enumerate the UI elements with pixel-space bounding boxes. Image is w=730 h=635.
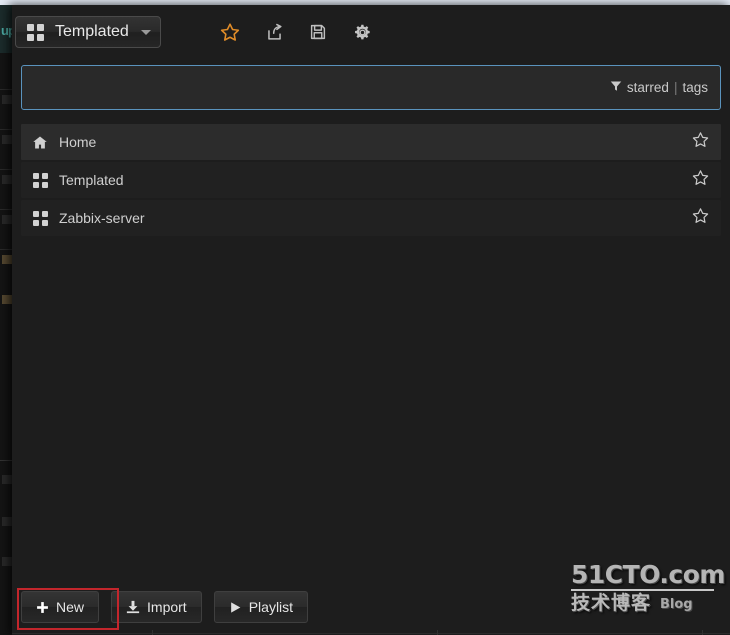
new-dashboard-button[interactable]: New [21,591,99,623]
bottom-action-bar: New Import Playlist [21,591,320,623]
search-filter-links: starred | tags [610,80,708,95]
new-dashboard-label: New [56,599,84,615]
screenshot-root: up Templated [0,0,730,635]
dashboard-icon [21,173,59,188]
list-item[interactable]: Templated [21,162,721,198]
list-item-label: Templated [59,172,124,188]
star-icon[interactable] [692,131,709,153]
list-item-label: Home [59,134,96,150]
share-icon[interactable] [252,17,296,47]
save-icon[interactable] [296,17,340,47]
filter-tags-link[interactable]: tags [682,80,708,95]
watermark: 51CTO.com 技术博客 Blog [571,562,719,613]
import-dashboard-label: Import [147,599,187,615]
home-icon [21,135,59,150]
bottom-hairline [12,633,730,634]
play-icon [229,601,242,614]
dashboard-icon [21,211,59,226]
import-dashboard-button[interactable]: Import [111,591,202,623]
playlist-label: Playlist [249,599,293,615]
dashboard-result-list: Home Templated [21,124,721,238]
list-item[interactable]: Zabbix-server [21,200,721,236]
settings-icon[interactable] [340,17,384,47]
top-toolbar: Templated [12,5,730,57]
dashboard-switcher-button[interactable]: Templated [15,16,161,48]
dashboard-title: Templated [55,23,129,41]
playlist-button[interactable]: Playlist [214,591,308,623]
list-item-label: Zabbix-server [59,210,145,226]
download-icon [126,600,140,614]
search-input[interactable] [22,66,622,109]
watermark-site: 51CTO.com [571,562,719,587]
dashboard-search-overlay: Templated [12,5,730,635]
filter-separator: | [674,80,678,95]
watermark-chinese: 技术博客 [571,594,651,613]
toolbar-buttons [208,17,384,47]
dashboard-search-field[interactable]: starred | tags [21,65,721,110]
list-item[interactable]: Home [21,124,721,160]
grid-icon [27,24,44,41]
filter-starred-link[interactable]: starred [627,80,669,95]
star-icon[interactable] [692,207,709,229]
chevron-down-icon [141,30,151,35]
star-icon[interactable] [692,169,709,191]
watermark-rule [571,589,714,591]
star-icon[interactable] [208,17,252,47]
filter-icon [610,80,622,95]
plus-icon [36,601,49,614]
watermark-blog: Blog [660,598,693,611]
